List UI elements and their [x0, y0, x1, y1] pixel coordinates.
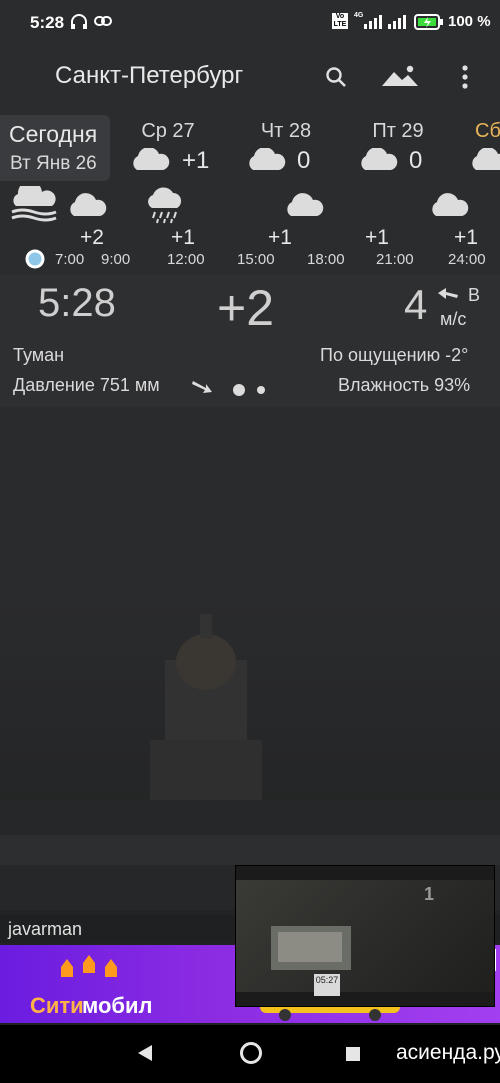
feels-like: По ощущению -2°	[320, 345, 469, 365]
current-conditions-panel[interactable]: 5:28 +2 4 В м/с Туман По ощущению -2° Да…	[0, 275, 500, 407]
hour-time: 9:00	[101, 251, 131, 268]
pressure-trend-icon	[192, 381, 212, 393]
wind-unit: м/с	[440, 309, 467, 329]
day-label: Ср 27	[141, 120, 195, 142]
back-icon[interactable]	[136, 1043, 154, 1063]
hour-temp: +1	[454, 226, 478, 249]
tab-day-fri[interactable]: Пт 29 0	[352, 116, 444, 180]
wind-direction-icon	[438, 288, 458, 299]
day-label: Чт 28	[260, 120, 312, 142]
wind-speed: 4	[404, 281, 428, 328]
cathedral-silhouette	[0, 614, 500, 910]
video-frame-object	[271, 926, 351, 970]
tab-today[interactable]: Сегодня Вт Янв 26	[0, 115, 110, 181]
citymobil-logo-icon	[61, 955, 117, 977]
pressure: Давление 751 мм	[13, 375, 160, 395]
photo-author: javarman	[8, 919, 83, 939]
status-time: 5:28	[30, 13, 65, 32]
cloud-icon	[70, 193, 107, 216]
tab-day-wed[interactable]: Ср 27 +1	[124, 116, 218, 180]
humidity: Влажность 93%	[338, 375, 471, 395]
current-temp: +2	[217, 280, 275, 336]
day-label: Сб	[475, 120, 500, 142]
wind-direction: В	[468, 285, 481, 305]
hourly-forecast[interactable]: +2 +1 +1 +1 +1 7:00 9:00 12:00 15:00 18:…	[0, 182, 500, 272]
condition-text: Туман	[13, 345, 65, 365]
headphones-icon	[71, 14, 87, 29]
rain-icon	[148, 187, 182, 224]
hour-time: 18:00	[307, 251, 345, 268]
channel-logo: 1	[424, 884, 435, 904]
battery-icon	[414, 14, 443, 30]
today-label: Сегодня	[9, 121, 98, 147]
hour-temp: +1	[171, 226, 195, 249]
video-overlay[interactable]: 1 05:27	[235, 865, 495, 1007]
status-bar: 5:28 Vo LTE 4G 100 %	[0, 0, 500, 44]
current-time: 5:28	[38, 281, 116, 325]
day-temp: 0	[409, 147, 423, 174]
day-temp: +1	[182, 147, 210, 174]
fog-icon	[11, 186, 57, 222]
hour-temp: +1	[268, 226, 292, 249]
cloud-icon	[361, 148, 398, 170]
hour-time: 15:00	[237, 251, 275, 268]
page-indicator	[233, 384, 265, 396]
signal-icon	[364, 15, 406, 29]
today-date: Вт Янв 26	[10, 153, 97, 174]
ad-brand-second: мобил	[82, 993, 153, 1018]
hour-time: 12:00	[167, 251, 205, 268]
tab-day-sat[interactable]: Сб	[472, 116, 500, 180]
app-bar: Санкт-Петербург	[0, 44, 500, 110]
video-timestamp: 05:27	[314, 974, 340, 996]
cloud-icon	[249, 148, 286, 170]
hour-time: 21:00	[376, 251, 414, 268]
hour-temp: +2	[80, 226, 104, 249]
link-icon	[94, 16, 112, 26]
current-time-marker	[25, 249, 45, 269]
day-label: Пт 29	[372, 120, 424, 142]
hour-time: 24:00	[448, 251, 486, 268]
navigation-bar: асиенда.ру	[0, 1025, 500, 1083]
hour-temp: +1	[365, 226, 389, 249]
cloud-icon	[287, 193, 324, 216]
day-temp: 0	[297, 147, 311, 174]
city-title[interactable]: Санкт-Петербург	[55, 62, 243, 90]
hour-time: 7:00	[55, 251, 85, 268]
cloud-icon	[133, 148, 170, 170]
watermark: асиенда.ру	[396, 1041, 500, 1064]
landscape-icon[interactable]	[381, 64, 419, 88]
cloud-icon	[432, 193, 469, 216]
battery-text: 100 %	[448, 13, 491, 30]
volte-badge: Vo LTE	[332, 13, 348, 29]
ad-brand-first: Сити	[30, 993, 84, 1018]
cloud-icon	[472, 148, 500, 170]
tab-day-thu[interactable]: Чт 28 0	[240, 116, 332, 180]
search-icon[interactable]	[325, 66, 347, 88]
more-menu-icon[interactable]	[460, 64, 470, 90]
home-icon[interactable]	[239, 1041, 263, 1065]
recent-apps-icon[interactable]	[345, 1046, 361, 1062]
